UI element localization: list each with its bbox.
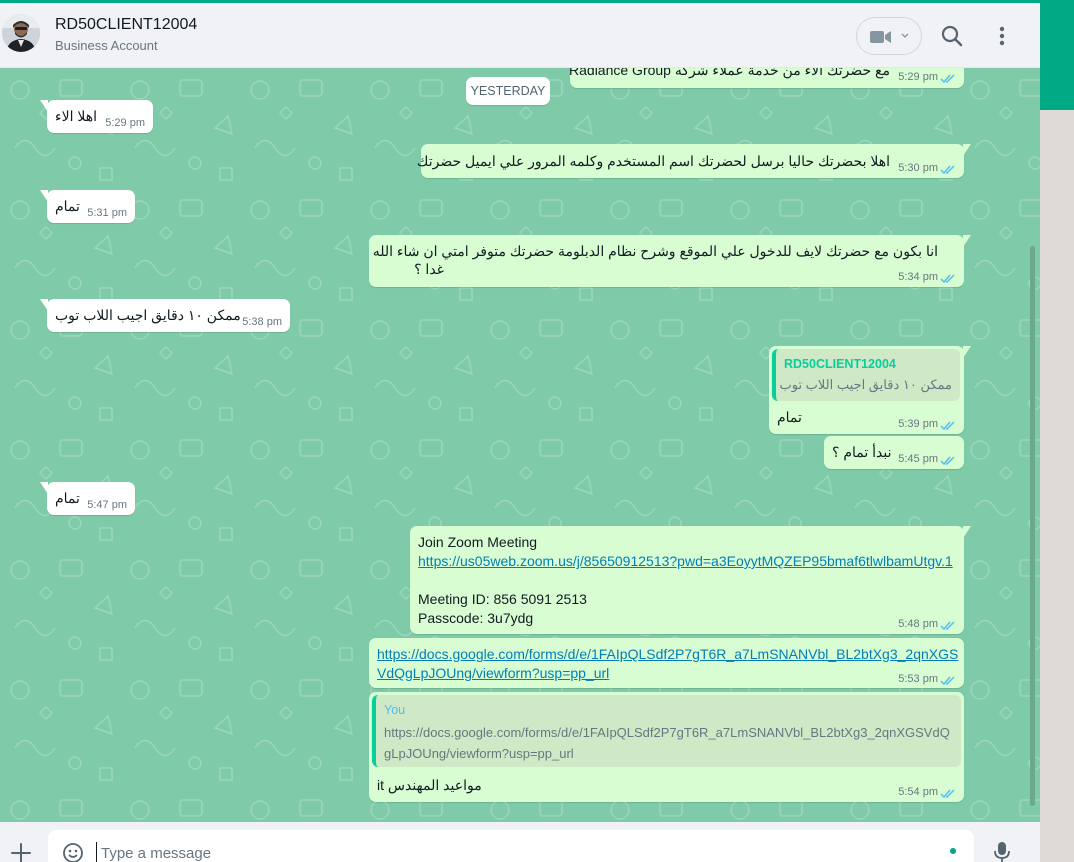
search-icon [941, 25, 963, 47]
composer-bar [0, 822, 1040, 862]
message-outgoing[interactable]: اهلا بحضرتك حاليا برسل لحضرتك اسم المستخ… [417, 144, 971, 178]
contact-name[interactable]: RD50CLIENT12004 [55, 16, 197, 34]
message-text: تمام [55, 198, 80, 214]
message-time: 5:38 pm [242, 316, 282, 328]
bubble-tail [963, 526, 971, 538]
message-outgoing-link[interactable]: https://docs.google.com/forms/d/e/1FAIpQ… [369, 638, 964, 688]
message-outgoing[interactable]: نبدأ تمام ؟ 5:45 pm [824, 436, 964, 469]
message-time: 5:29 pm [898, 71, 938, 83]
message-time: 5:30 pm [898, 162, 938, 174]
message-time: 5:31 pm [87, 207, 127, 219]
menu-dots-icon [999, 26, 1005, 46]
message-incoming[interactable]: تمام 5:47 pm [40, 482, 135, 515]
bubble-tail [40, 190, 48, 202]
double-tick-icon [940, 421, 955, 431]
chevron-down-icon [901, 33, 909, 38]
message-input[interactable] [96, 842, 936, 862]
mic-icon [994, 842, 1010, 862]
double-tick-icon [940, 74, 955, 84]
message-text-line: غدا ؟ [414, 261, 444, 277]
emoji-button[interactable] [62, 842, 84, 862]
status-dot [950, 848, 956, 854]
voice-message-button[interactable] [992, 840, 1012, 862]
double-tick-icon [940, 621, 955, 631]
bubble-tail [963, 144, 971, 156]
bubble-tail [963, 235, 971, 247]
double-tick-icon [940, 165, 955, 175]
message-text: مواعيد المهندس it [377, 777, 482, 793]
message-text-line: انا بكون مع حضرتك لايف للدخول علي الموقع… [372, 243, 938, 259]
message-outgoing[interactable]: مع حضرتك الاء من خدمة عملاء شركه Radianc… [569, 68, 964, 88]
message-text: اهلا بحضرتك حاليا برسل لحضرتك اسم المستخ… [416, 153, 890, 169]
side-accent-strip [1040, 0, 1074, 110]
google-form-link-continued[interactable]: VdQgLpJOUng/viewform?usp=pp_url [377, 665, 609, 681]
message-list[interactable]: مع حضرتك الاء من خدمة عملاء شركه Radianc… [0, 68, 1040, 822]
chat-header[interactable]: RD50CLIENT12004 Business Account [0, 0, 1040, 68]
message-text: ممكن ١٠ دقايق اجيب اللاب توب [55, 307, 241, 323]
quoted-text: ممكن ١٠ دقايق اجيب اللاب توب [779, 377, 953, 392]
google-form-link[interactable]: https://docs.google.com/forms/d/e/1FAIpQ… [377, 646, 958, 662]
date-divider: YESTERDAY [466, 77, 550, 105]
scrollbar[interactable] [1030, 246, 1035, 806]
message-time: 5:45 pm [898, 453, 938, 465]
quoted-sender: RD50CLIENT12004 [784, 357, 896, 371]
message-incoming[interactable]: تمام 5:31 pm [40, 190, 135, 223]
double-tick-icon [940, 274, 955, 284]
message-text: Join Zoom Meeting [418, 534, 538, 550]
avatar[interactable] [2, 14, 40, 52]
quoted-sender: You [384, 703, 406, 717]
menu-button[interactable] [990, 22, 1014, 50]
zoom-meeting-link[interactable]: https://us05web.zoom.us/j/85650912513?pw… [418, 553, 953, 569]
message-time: 5:39 pm [898, 418, 938, 430]
quoted-text-line: https://docs.google.com/forms/d/e/1FAIpQ… [384, 725, 950, 740]
attach-button[interactable] [10, 842, 32, 862]
bubble-tail [40, 482, 48, 494]
message-time: 5:47 pm [87, 499, 127, 511]
message-time: 5:53 pm [898, 673, 938, 685]
message-text: تمام [55, 490, 80, 506]
meeting-passcode: Passcode: 3u7ydg [418, 610, 534, 626]
search-button[interactable] [938, 22, 966, 50]
message-incoming[interactable]: ممكن ١٠ دقايق اجيب اللاب توب 5:38 pm [40, 299, 290, 332]
message-text: نبدأ تمام ؟ [832, 444, 892, 460]
message-time: 5:34 pm [898, 271, 938, 283]
message-text: تمام [777, 409, 802, 425]
avatar-image [2, 14, 40, 52]
message-outgoing-reply[interactable]: You https://docs.google.com/forms/d/e/1F… [369, 692, 964, 802]
bubble-tail [40, 299, 48, 311]
message-input-box[interactable] [48, 830, 974, 862]
video-camera-icon [870, 31, 891, 43]
quoted-message[interactable]: RD50CLIENT12004 ممكن ١٠ دقايق اجيب اللاب… [772, 349, 960, 401]
message-time: 5:54 pm [898, 786, 938, 798]
double-tick-icon [940, 676, 955, 686]
message-text: مع حضرتك الاء من خدمة عملاء شركه Radianc… [569, 68, 890, 78]
message-outgoing[interactable]: انا بكون مع حضرتك لايف للدخول علي الموقع… [369, 235, 971, 287]
plus-icon [11, 843, 31, 862]
quoted-text-line: gLpJOUng/viewform?usp=pp_url [384, 746, 574, 761]
message-text: اهلا الاء [55, 108, 97, 124]
side-panel-background [1040, 110, 1074, 862]
bubble-tail [40, 100, 48, 112]
message-outgoing-zoom[interactable]: Join Zoom Meeting https://us05web.zoom.u… [410, 526, 971, 634]
double-tick-icon [940, 789, 955, 799]
message-time: 5:29 pm [105, 117, 145, 129]
video-call-button[interactable] [856, 17, 922, 55]
message-time: 5:48 pm [898, 618, 938, 630]
contact-subtitle: Business Account [55, 38, 158, 53]
message-outgoing-reply[interactable]: RD50CLIENT12004 ممكن ١٠ دقايق اجيب اللاب… [769, 346, 971, 434]
double-tick-icon [940, 456, 955, 466]
meeting-id: Meeting ID: 856 5091 2513 [418, 591, 587, 607]
bubble-tail [963, 346, 971, 358]
quoted-message[interactable]: You https://docs.google.com/forms/d/e/1F… [372, 695, 961, 767]
chat-pane: RD50CLIENT12004 Business Account مع حضرت… [0, 0, 1040, 862]
message-incoming[interactable]: اهلا الاء 5:29 pm [40, 100, 153, 133]
emoji-icon [63, 843, 83, 862]
